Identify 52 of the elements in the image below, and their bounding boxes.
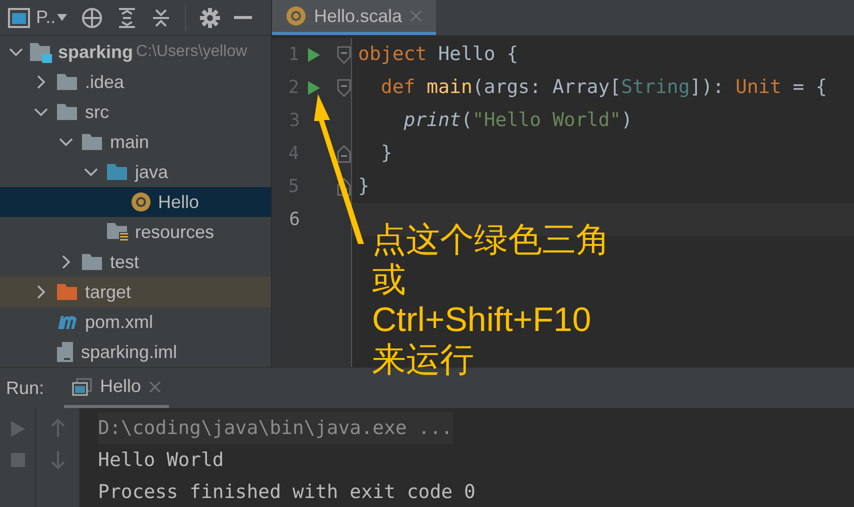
code-line: } (357, 174, 370, 200)
tree-item[interactable]: sparking C:\Users\yellow (0, 37, 271, 67)
tree-item[interactable]: .idea (0, 67, 271, 97)
code-line: print("Hello World") (402, 108, 633, 134)
folder-icon (56, 73, 78, 91)
annotation-text: 或 (372, 260, 407, 300)
fold-icon[interactable] (337, 46, 351, 64)
fold-icon[interactable] (337, 144, 351, 162)
tree-item[interactable]: target (0, 277, 271, 307)
tree-item[interactable]: pom.xml (0, 307, 271, 337)
folder-icon (81, 133, 103, 151)
tree-item[interactable]: Hello (0, 187, 271, 217)
code-line: def main(args: Array[String]): Unit = { (380, 75, 828, 100)
folder-icon (81, 253, 103, 271)
code-line: object Hello { (357, 42, 518, 68)
view-dropdown[interactable]: P.. (36, 4, 67, 31)
tree-item[interactable]: resources (0, 217, 271, 247)
minimize-icon[interactable] (234, 16, 252, 20)
module-icon (29, 41, 53, 63)
editor-tab[interactable]: Hello.scala (272, 0, 436, 35)
tree-item[interactable]: src (0, 97, 271, 127)
object-icon (131, 192, 151, 212)
folder-icon (56, 103, 78, 121)
annotation-text: Ctrl+Shift+F10 (372, 300, 592, 340)
line-number: 6 (288, 208, 300, 232)
fold-icon[interactable] (337, 78, 351, 96)
tree-item[interactable]: test (0, 247, 271, 277)
project-window-icon[interactable] (8, 8, 30, 28)
console-line: Hello World (98, 448, 224, 473)
run-icon[interactable] (308, 80, 320, 94)
collapse-all-icon[interactable] (150, 8, 171, 28)
console-icon (72, 378, 92, 396)
m-letter-icon (56, 313, 78, 331)
tree-item[interactable]: java (0, 157, 271, 187)
console-line: Process finished with exit code 0 (98, 480, 476, 505)
crosshair-icon[interactable] (80, 6, 103, 28)
panel-label: Run: (5, 376, 46, 400)
resources-folder-icon (106, 222, 128, 242)
annotation-text: 点这个绿色三角 (372, 220, 610, 260)
file-icon (56, 341, 74, 363)
tree-item[interactable]: main (0, 127, 271, 157)
folder-icon (56, 283, 78, 301)
annotation-text: 来运行 (372, 340, 475, 380)
tree-item[interactable]: sparking.iml (0, 337, 271, 367)
object-icon (286, 6, 306, 26)
folder-icon (106, 163, 128, 181)
run-icon[interactable] (308, 48, 320, 62)
settings-icon[interactable] (200, 8, 220, 28)
caret-icon (56, 14, 67, 22)
expand-all-icon[interactable] (116, 8, 137, 28)
code-line: } (380, 141, 392, 166)
close-icon[interactable] (149, 380, 162, 392)
